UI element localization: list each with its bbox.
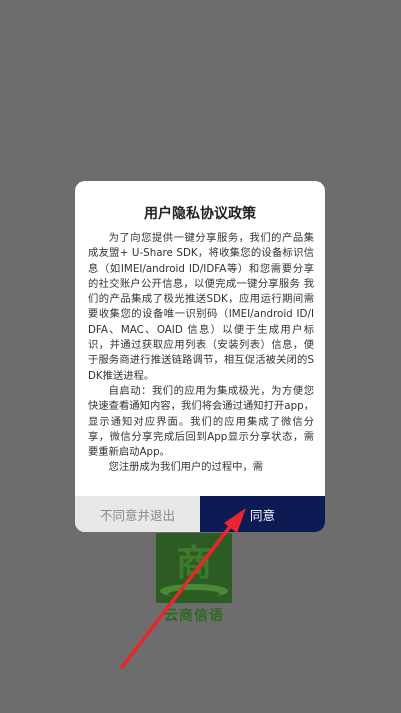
policy-paragraph: 自启动：我们的应用为集成极光，为方便您快速查看通知内容，我们将会通过通知打开ap… xyxy=(88,384,314,459)
dialog-footer: 不同意并退出 同意 xyxy=(75,496,325,532)
decline-button[interactable]: 不同意并退出 xyxy=(75,496,200,532)
privacy-dialog: 用户隐私协议政策 为了向您提供一键分享服务，我们的产品集成友盟+ U-Share… xyxy=(75,181,325,532)
dialog-title: 用户隐私协议政策 xyxy=(144,206,256,222)
policy-paragraph: 您注册成为我们用户的过程中，需 xyxy=(108,461,264,474)
app-logo: 商 云商信语 xyxy=(156,533,232,624)
logo-square: 商 xyxy=(156,533,232,603)
dialog-body[interactable]: 为了向您提供一键分享服务，我们的产品集成友盟+ U-Share SDK，将收集您… xyxy=(88,231,314,477)
logo-glyph: 商 xyxy=(175,542,212,584)
app-name: 云商信语 xyxy=(164,608,224,624)
policy-paragraph: 为了向您提供一键分享服务，我们的产品集成友盟+ U-Share SDK，将收集您… xyxy=(88,232,314,382)
screen: 商 云商信语 用户隐私协议政策 为了向您提供一键分享服务，我们的产品集成友盟+ … xyxy=(0,0,401,713)
agree-button[interactable]: 同意 xyxy=(200,496,325,532)
